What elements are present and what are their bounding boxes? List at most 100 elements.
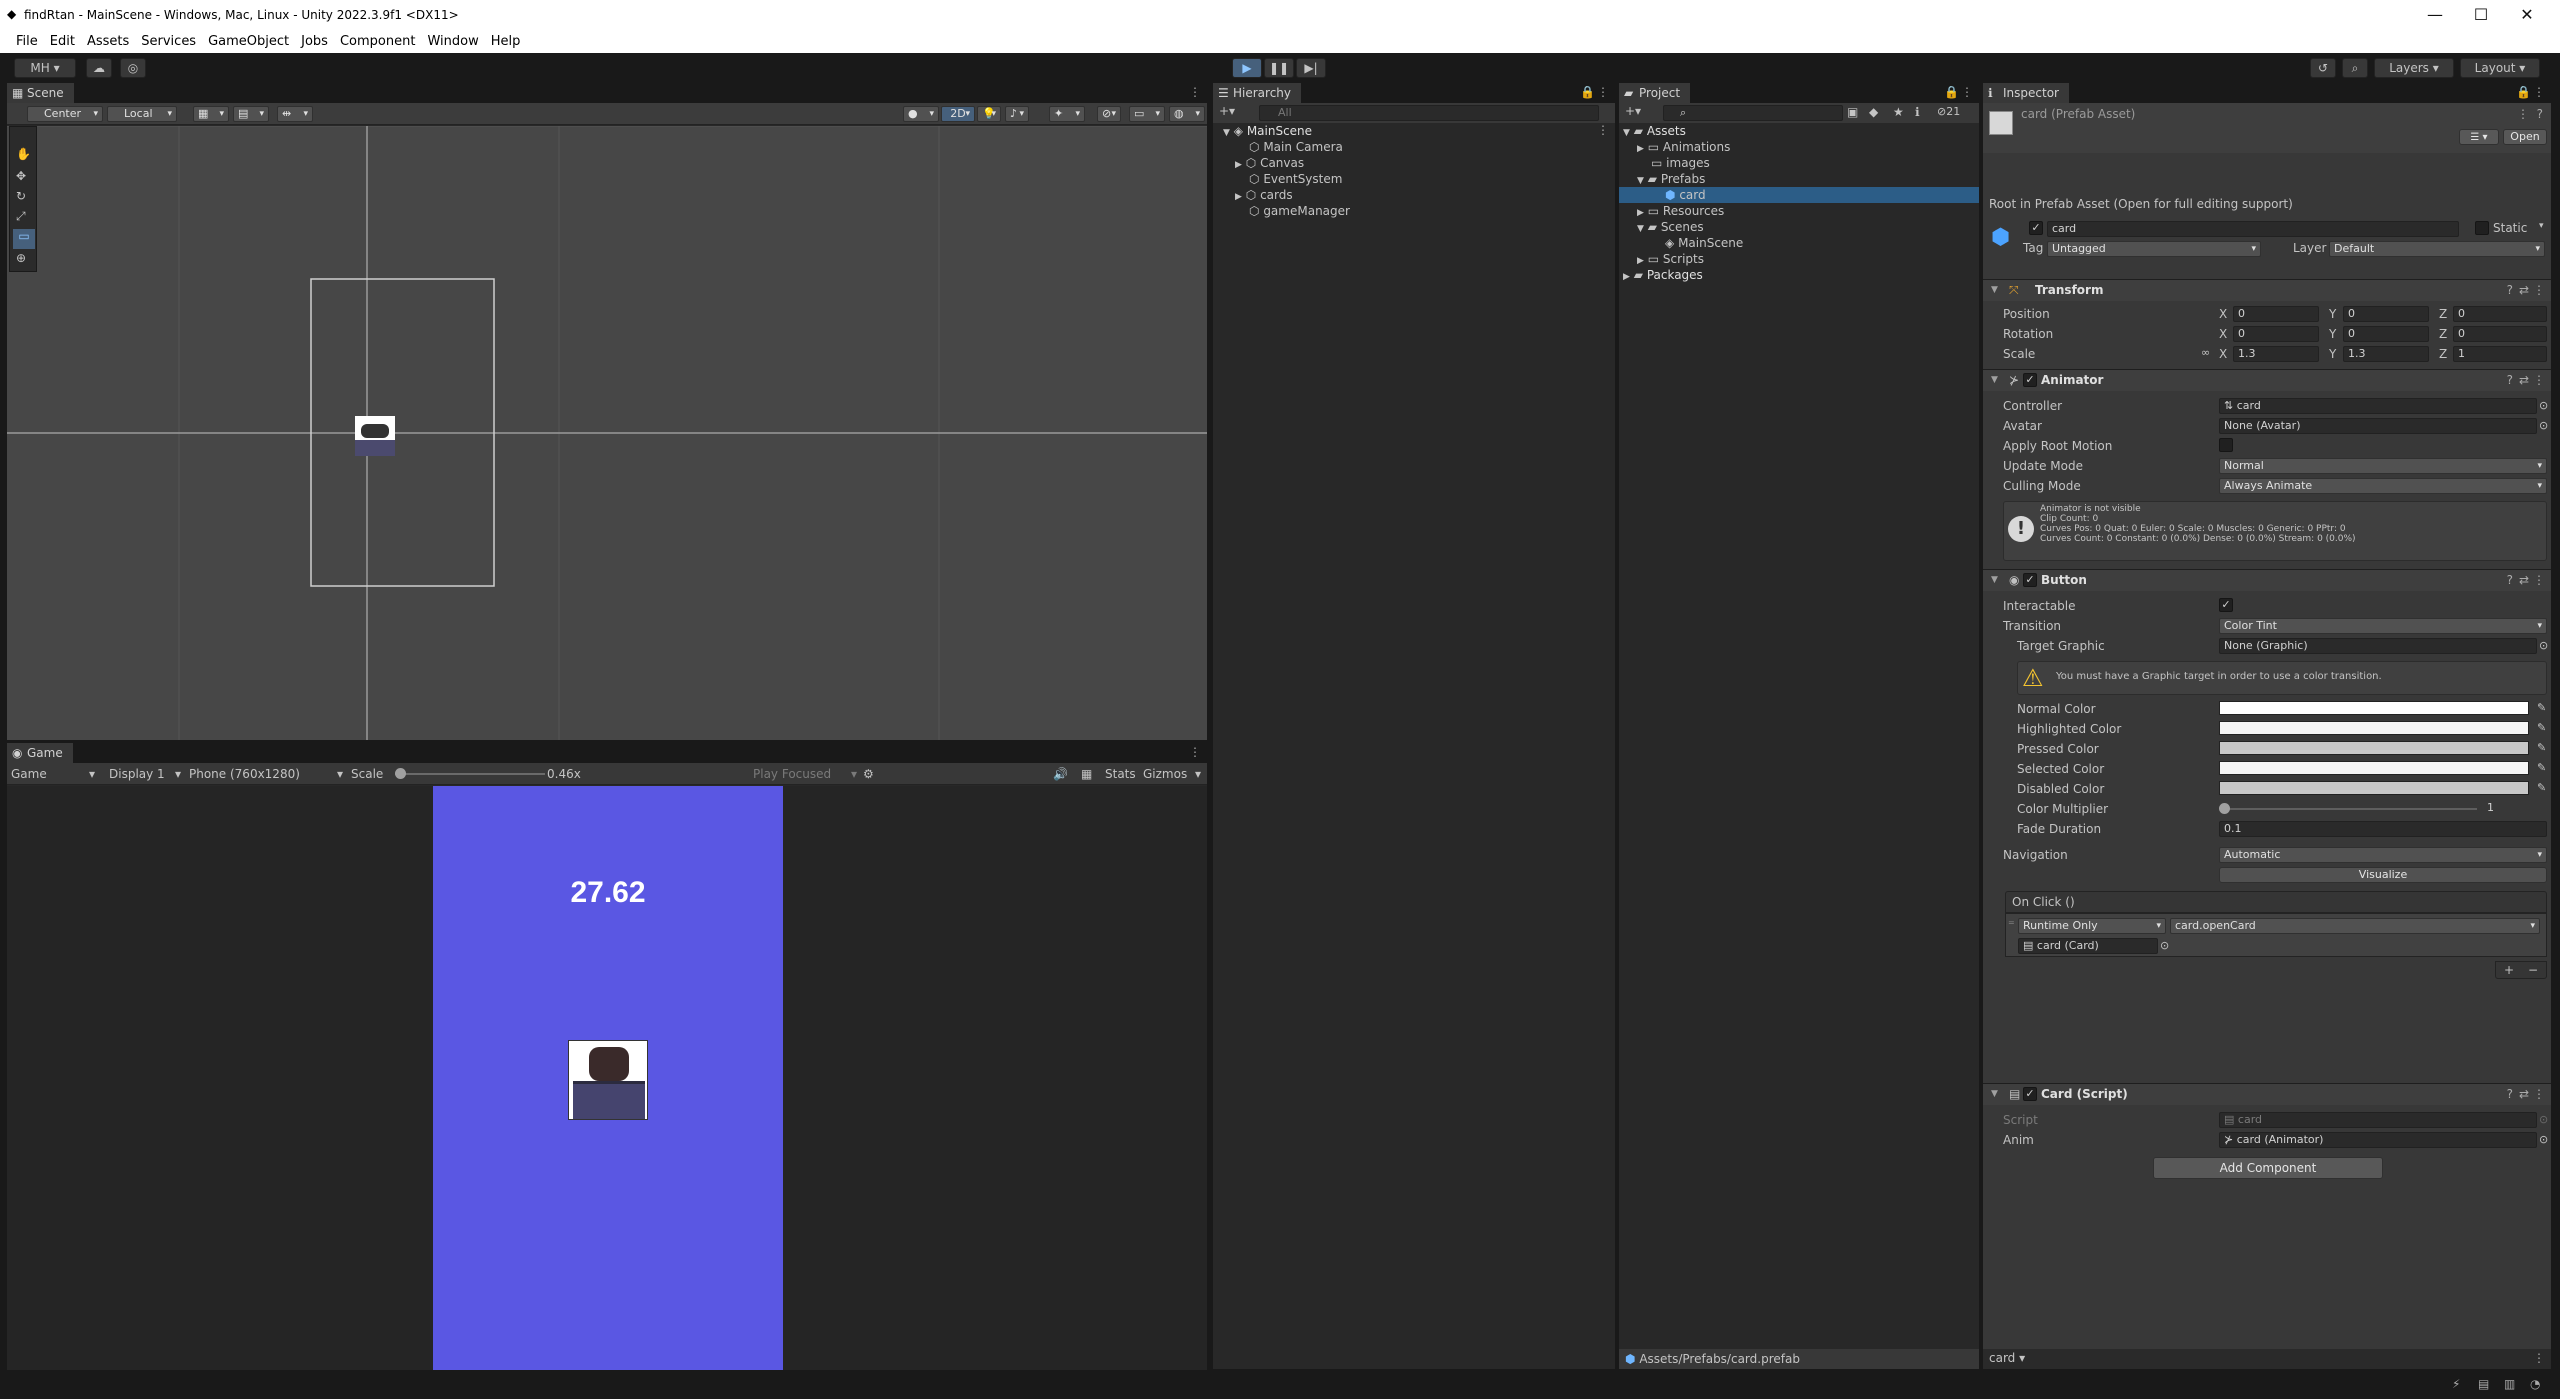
component-menu-icon[interactable]: ⋮ [2533,373,2545,387]
hidden-objects-icon[interactable]: ⊘ [1097,106,1121,122]
rotation-z-field[interactable]: 0 [2453,326,2547,342]
account-dropdown[interactable]: MH ▾ [14,58,76,78]
project-folder-packages[interactable]: ▶ ▰ Packages [1623,267,1703,283]
color-multiplier-slider[interactable] [2219,803,2477,814]
tab-inspector[interactable]: ℹ Inspector [1983,83,2069,103]
align-icon[interactable]: ⇹ [277,106,313,122]
preset-icon[interactable]: ⇄ [2519,283,2529,297]
search-icon[interactable]: ⌕ [2342,58,2368,78]
object-picker-icon[interactable]: ⊙ [2539,400,2551,412]
tag-dropdown[interactable]: Untagged [2047,241,2261,257]
menu-assets[interactable]: Assets [81,31,135,53]
menu-window[interactable]: Window [421,31,484,53]
panel-menu-icon[interactable]: ⋮ [2533,85,2545,99]
preset-icon[interactable]: ⇄ [2519,1087,2529,1101]
eyedropper-icon[interactable]: ✎ [2537,762,2549,774]
help-icon[interactable]: ? [2537,107,2543,121]
avatar-field[interactable]: None (Avatar) [2219,418,2537,434]
eyedropper-icon[interactable]: ✎ [2537,782,2549,794]
favorites-icon[interactable]: ★ [1893,105,1904,119]
position-x-field[interactable]: 0 [2233,306,2319,322]
position-z-field[interactable]: 0 [2453,306,2547,322]
history-icon[interactable]: ↺ [2310,58,2336,78]
transform-tool-icon[interactable]: ⊕ [16,251,26,265]
grid-snap-icon[interactable]: ▦ [193,106,229,122]
scale-y-field[interactable]: 1.3 [2343,346,2429,362]
collab-icon[interactable]: ◎ [120,58,146,78]
layout-dropdown[interactable]: Layout ▾ [2460,58,2540,78]
project-search-input[interactable]: ⌕ [1663,105,1843,121]
preset-icon[interactable]: ⇄ [2519,373,2529,387]
menu-jobs[interactable]: Jobs [295,31,334,53]
project-asset-mainscene[interactable]: ◈ MainScene [1665,235,1743,251]
help-icon[interactable]: ? [2507,283,2513,297]
pressed-color-swatch[interactable] [2219,741,2529,755]
rect-tool-icon[interactable]: ▭ [13,229,35,249]
panel-menu-icon[interactable]: ⋮ [1189,745,1201,759]
maximize-button[interactable]: ☐ [2460,2,2502,28]
menu-edit[interactable]: Edit [44,31,81,53]
pause-button[interactable]: ❚❚ [1264,58,1294,78]
layout-options-button[interactable]: ☰ ▾ [2459,129,2499,145]
scale-slider[interactable] [395,768,545,779]
game-viewport[interactable]: 27.62 [7,786,1207,1370]
hand-tool-icon[interactable]: ✋ [16,147,31,161]
create-asset-button[interactable]: +▾ [1625,104,1641,118]
rotation-y-field[interactable]: 0 [2343,326,2429,342]
project-asset-card[interactable]: ⬢ card [1619,187,1979,203]
2d-toggle[interactable]: 2D [941,106,975,122]
tab-game[interactable]: ◉ Game [7,743,73,763]
shortcuts-icon[interactable]: ▦ [1081,765,1092,783]
frame-debug-icon[interactable]: ⚙ [863,765,874,783]
preview-dropdown[interactable]: card ▾ [1989,1351,2025,1365]
create-button[interactable]: +▾ [1219,104,1235,118]
component-menu-icon[interactable]: ⋮ [2533,283,2545,297]
draw-mode-icon[interactable]: ● [903,106,939,122]
close-button[interactable]: ✕ [2506,2,2548,28]
target-graphic-field[interactable]: None (Graphic) [2219,638,2537,654]
static-dropdown-icon[interactable]: ▾ [2539,221,2544,231]
menu-services[interactable]: Services [135,31,202,53]
position-y-field[interactable]: 0 [2343,306,2429,322]
object-picker-icon[interactable]: ⊙ [2160,940,2172,952]
scene-root-row[interactable]: ▼ ◈ MainScene [1223,123,1603,139]
open-prefab-button[interactable]: Open [2503,129,2547,145]
component-menu-icon[interactable]: ⋮ [2533,1087,2545,1101]
tab-project[interactable]: ▰ Project [1619,83,1691,103]
menu-component[interactable]: Component [334,31,421,53]
fade-duration-field[interactable]: 0.1 [2219,821,2547,837]
scale-tool-icon[interactable]: ⤢ [16,209,26,224]
panel-menu-icon[interactable]: ⋮ [2533,1351,2545,1365]
hierarchy-item[interactable]: ▶ ⬡ cards [1235,187,1293,203]
snap-increment-icon[interactable]: ▤ [233,106,269,122]
move-tool-icon[interactable]: ✥ [16,169,26,183]
search-by-type-icon[interactable]: ▣ [1847,105,1858,119]
hierarchy-item[interactable]: ⬡ EventSystem [1249,171,1342,187]
layers-dropdown[interactable]: Layers ▾ [2374,58,2454,78]
minimize-button[interactable]: — [2414,2,2456,28]
lock-icon[interactable]: 🔒 [2516,85,2531,99]
card-script-header[interactable]: ▼ ▤ ✓ Card (Script) ⋮ ⇄ ? [1983,1083,2551,1105]
gizmos-icon[interactable]: ◍ [1169,106,1205,122]
highlighted-color-swatch[interactable] [2219,721,2529,735]
effects-icon[interactable]: ✦ [1049,106,1085,122]
name-field[interactable]: card [2047,221,2459,237]
target-object-field[interactable]: ▤ card (Card) [2018,938,2158,954]
color-multiplier-field[interactable]: 1 [2483,801,2547,817]
package-icon[interactable]: ℹ [1915,105,1920,119]
resolution-dropdown[interactable]: Phone (760x1280) ▾ [189,765,349,783]
transition-dropdown[interactable]: Color Tint [2219,618,2547,634]
rotation-x-field[interactable]: 0 [2233,326,2319,342]
help-icon[interactable]: ? [2507,1087,2513,1101]
settings-icon[interactable]: ⋮ [2517,107,2529,121]
animator-enabled-checkbox[interactable]: ✓ [2023,373,2037,387]
cache-icon[interactable]: ⚡ [2452,1377,2460,1391]
interactable-checkbox[interactable]: ✓ [2219,598,2233,612]
panel-menu-icon[interactable]: ⋮ [1961,85,1973,99]
root-motion-checkbox[interactable] [2219,438,2233,452]
runtime-mode-dropdown[interactable]: Runtime Only [2018,918,2166,934]
game-screen[interactable]: 27.62 [433,786,783,1370]
play-focused-dropdown[interactable]: Play Focused ▾ [753,765,863,783]
update-mode-dropdown[interactable]: Normal [2219,458,2547,474]
eyedropper-icon[interactable]: ✎ [2537,722,2549,734]
